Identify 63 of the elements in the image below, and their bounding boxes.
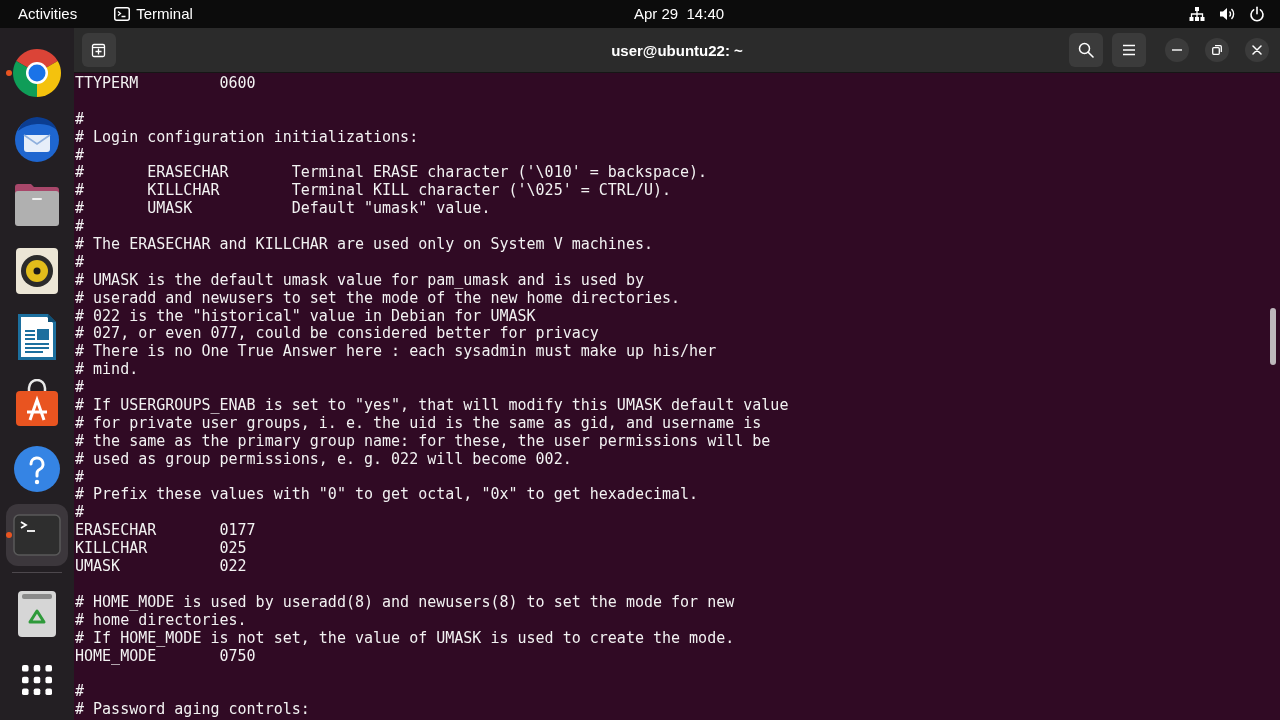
terminal-line: # (75, 110, 86, 129)
terminal-line: # mind. (75, 361, 140, 380)
terminal-line: # UMASK is the default umask value for pam_umask and is used by (75, 271, 645, 290)
search-button[interactable] (1069, 33, 1103, 67)
shopping-bag-icon (13, 379, 61, 427)
browser-icon (13, 49, 61, 97)
terminal-line: # Password aging controls: (75, 701, 311, 720)
terminal-line: # Prefix these values with "0" to get octal, "0x" to get hexadecimal. (75, 486, 700, 505)
terminal-line: # the same as the primary group name: for these, the user permissions will be (75, 432, 772, 451)
terminal-line: # HOME_MODE is used by useradd(8) and newusers(8) to set the mode for new (75, 593, 736, 612)
scrollbar-thumb[interactable] (1270, 308, 1276, 365)
menu-icon (1121, 42, 1137, 58)
close-button[interactable] (1245, 38, 1269, 62)
terminal-line: # 022 is the "historical" value in Debian for UMASK (75, 307, 537, 326)
terminal-line: TTYPERM 0600 (75, 75, 257, 93)
help-icon (13, 445, 61, 493)
volume-icon (1219, 6, 1235, 22)
terminal-line: # (75, 253, 86, 272)
minimize-icon (1172, 49, 1182, 51)
terminal-line: # UMASK Default "umask" value. (75, 200, 492, 219)
clock-button[interactable]: Apr 29 14:40 (634, 4, 725, 24)
search-icon (1078, 42, 1094, 58)
terminal-line: # If USERGROUPS_ENAB is set to "yes", that will modify this UMASK default value (75, 397, 790, 415)
terminal-line: # ERASECHAR Terminal ERASE character ('\010' = backspace). (75, 164, 709, 183)
activities-button[interactable]: Activities (18, 4, 78, 24)
system-menu-button[interactable] (1189, 6, 1265, 22)
new-tab-button[interactable] (82, 33, 116, 67)
terminal-line: # (75, 683, 86, 702)
terminal-line: # If HOME_MODE is not set, the value of UMASK is used to create the mode. (75, 629, 736, 648)
terminal-line: # (75, 218, 86, 236)
terminal-line: # Login configuration initializations: (75, 128, 420, 147)
terminal-line: HOME_MODE 0750 (75, 647, 257, 666)
network-icon (1189, 6, 1205, 22)
window-title: user@ubuntu22: ~ (611, 41, 743, 59)
terminal-line: # useradd and newusers to set the mode of the new home directories. (75, 289, 682, 308)
terminal-line: # (75, 504, 86, 523)
terminal-icon (114, 6, 131, 22)
terminal-line: # There is no One True Answer here : each sysadmin must make up his/her (75, 343, 718, 362)
terminal-line: # (75, 146, 86, 165)
close-icon (1252, 45, 1262, 55)
minimize-button[interactable] (1165, 38, 1189, 62)
power-icon (1249, 6, 1265, 22)
terminal-line: # (75, 379, 86, 398)
mail-icon (13, 115, 61, 163)
terminal-line: # used as group permissions, e. g. 022 will become 002. (75, 450, 573, 469)
terminal-line: # home directories. (75, 611, 248, 630)
terminal-line: # 027, or even 077, could be considered better for privacy (75, 325, 600, 344)
terminal-icon (13, 511, 61, 559)
speaker-icon (13, 247, 61, 295)
app-grid-icon (22, 665, 52, 695)
terminal-line: # KILLCHAR Terminal KILL character ('\025' = CTRL/U). (75, 182, 673, 201)
restore-button[interactable] (1205, 38, 1229, 62)
terminal-line: # The ERASECHAR and KILLCHAR are used only on System V machines. (75, 236, 654, 254)
folder-icon (13, 181, 61, 229)
menu-button[interactable] (1112, 33, 1146, 67)
terminal-line: # for private user groups, i. e. the uid is the same as gid, and username is (75, 414, 763, 433)
new-tab-icon (91, 42, 107, 58)
terminal-line: KILLCHAR 025 (75, 540, 248, 559)
app-menu-button[interactable]: Terminal (114, 4, 193, 24)
terminal-line: # (75, 468, 86, 487)
restore-icon (1212, 45, 1222, 55)
terminal-line: UMASK 022 (75, 558, 248, 576)
terminal-line: ERASECHAR 0177 (75, 522, 257, 541)
